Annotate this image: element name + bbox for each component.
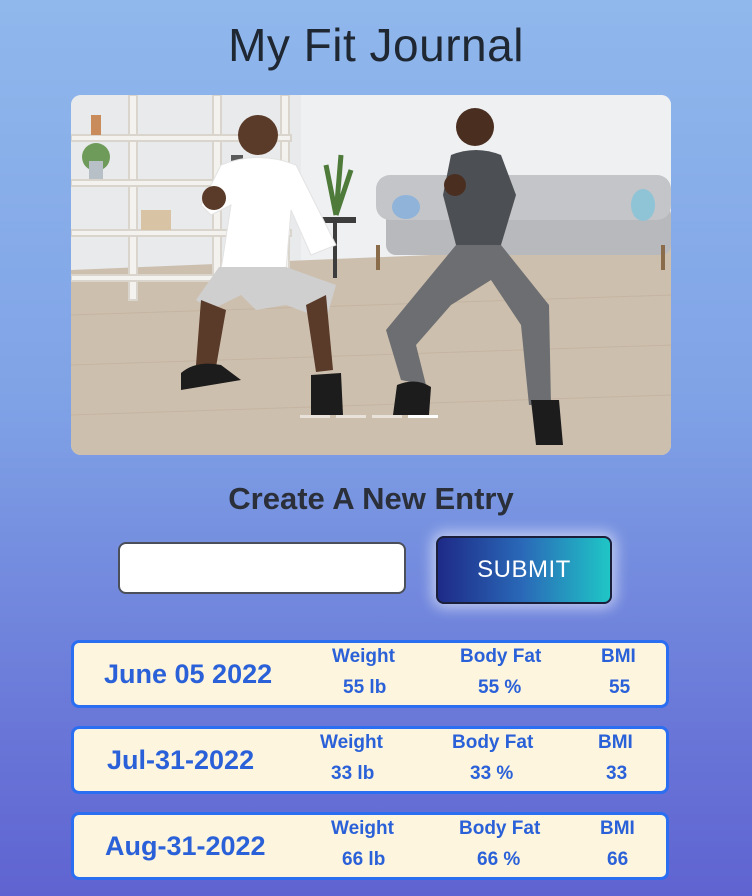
weight-label: Weight <box>331 818 394 839</box>
entry-date: Jul-31-2022 <box>107 745 255 775</box>
weight-value: 55 lb <box>343 677 387 698</box>
body-fat-label: Body Fat <box>452 732 534 753</box>
body-fat-label: Body Fat <box>460 646 542 667</box>
create-entry-heading: Create A New Entry <box>228 481 514 516</box>
carousel-indicator-2[interactable] <box>336 415 366 418</box>
body-fat-value: 33 % <box>470 763 514 784</box>
weight-label: Weight <box>332 646 395 667</box>
entry-date: Aug-31-2022 <box>105 831 266 861</box>
submit-button[interactable]: SUBMIT <box>436 536 612 604</box>
carousel-indicators <box>300 415 438 418</box>
bmi-value: 55 <box>609 677 631 698</box>
entry-date: June 05 2022 <box>104 659 273 689</box>
carousel-indicator-4[interactable] <box>408 415 438 418</box>
body-fat-label: Body Fat <box>459 818 541 839</box>
body-fat-value: 66 % <box>477 849 521 870</box>
bmi-label: BMI <box>601 646 636 667</box>
weight-value: 33 lb <box>331 763 375 784</box>
page-title: My Fit Journal <box>228 19 524 71</box>
weight-label: Weight <box>320 732 383 753</box>
entry-card[interactable]: June 05 2022 Weight 55 lb Body Fat 55 % … <box>71 640 669 708</box>
bmi-label: BMI <box>598 732 633 753</box>
hero-carousel[interactable] <box>71 95 671 455</box>
entry-card[interactable]: Aug-31-2022 Weight 66 lb Body Fat 66 % B… <box>71 812 669 880</box>
entry-input[interactable] <box>118 542 406 594</box>
bmi-label: BMI <box>600 818 635 839</box>
weight-value: 66 lb <box>342 849 386 870</box>
couple-doing-squats-photo <box>71 95 671 455</box>
entry-card[interactable]: Jul-31-2022 Weight 33 lb Body Fat 33 % B… <box>71 726 669 794</box>
body-fat-value: 55 % <box>478 677 522 698</box>
carousel-indicator-3[interactable] <box>372 415 402 418</box>
bmi-value: 66 <box>607 849 629 870</box>
carousel-indicator-1[interactable] <box>300 415 330 418</box>
bmi-value: 33 <box>606 763 628 784</box>
